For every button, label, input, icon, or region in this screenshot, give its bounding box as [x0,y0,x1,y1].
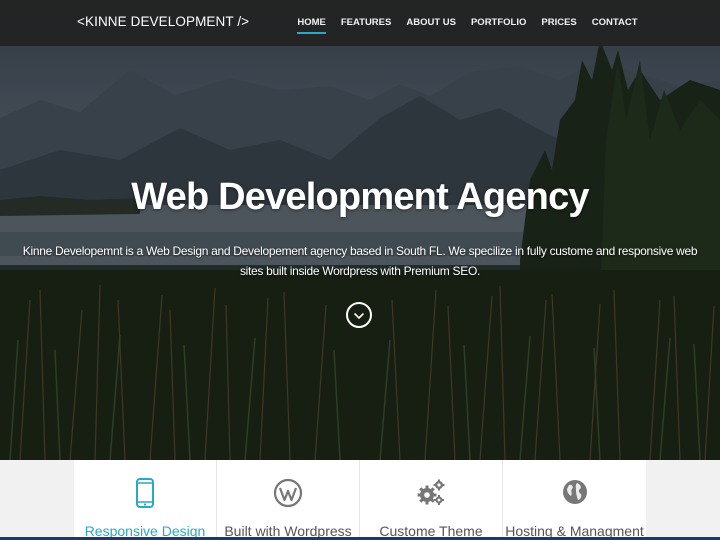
feature-custome-theme[interactable]: Custome Theme [360,460,503,540]
feature-built-with-wordpress[interactable]: Built with Wordpress [217,460,360,540]
feature-hosting-managment[interactable]: Hosting & Managment [503,460,646,540]
feature-responsive-design[interactable]: Responsive Design [74,460,217,540]
nav-item-contact[interactable]: CONTACT [584,0,645,46]
hero-description: Kinne Developemnt is a Web Design and De… [22,244,698,278]
brand-logo[interactable]: <KINNE DEVELOPMENT /> [77,14,249,29]
mobile-phone-icon [136,478,154,508]
scroll-down-button[interactable] [346,302,372,328]
nav-item-features[interactable]: FEATURES [333,0,399,46]
top-navbar: <KINNE DEVELOPMENT /> HOME FEATURES ABOU… [0,0,720,46]
nav-item-portfolio[interactable]: PORTFOLIO [463,0,533,46]
nav-item-home[interactable]: HOME [290,0,334,46]
nav-item-prices[interactable]: PRICES [534,0,584,46]
features-row: Responsive Design Built with Wordpress C… [74,460,646,540]
wordpress-icon [273,478,303,508]
main-nav: HOME FEATURES ABOUT US PORTFOLIO PRICES … [290,0,645,46]
hero-title: Web Development Agency [131,176,589,218]
gears-icon [417,479,445,505]
globe-icon [562,480,587,504]
hero-section: Web Development Agency Kinne Developemnt… [0,0,720,460]
features-section: Responsive Design Built with Wordpress C… [0,460,720,540]
chevron-down-icon [354,313,364,319]
hero-overlay [0,0,720,460]
nav-item-about-us[interactable]: ABOUT US [399,0,464,46]
